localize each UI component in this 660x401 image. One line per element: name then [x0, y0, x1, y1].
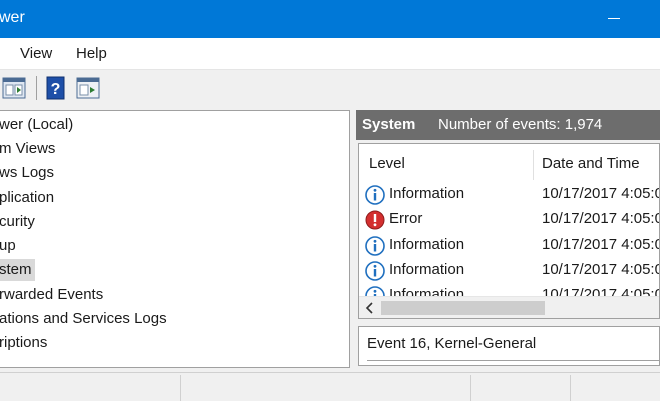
action-pane-icon	[76, 77, 100, 99]
menu-bar: View Help	[0, 38, 660, 70]
event-detail-caption: Event 16, Kernel-General	[367, 327, 659, 361]
menu-help[interactable]: Help	[76, 45, 107, 62]
event-count: Number of events: 1,974	[438, 116, 603, 133]
event-detail-pane: Event 16, Kernel-General	[358, 326, 660, 366]
event-level: Error	[389, 210, 423, 227]
tree-item-security[interactable]: curity	[0, 211, 38, 233]
event-date: 10/17/2017 4:05:0	[542, 210, 660, 227]
svg-text:?: ?	[51, 81, 61, 98]
tree-item-windows-logs[interactable]: ws Logs	[0, 162, 57, 184]
console-tree-icon	[2, 77, 26, 99]
console-tree: wer (Local) m Views ws Logs plication cu…	[0, 110, 350, 368]
event-row[interactable]: Information 10/17/2017 4:05:0	[359, 233, 660, 259]
column-header-date[interactable]: Date and Time	[542, 144, 640, 184]
event-date: 10/17/2017 4:05:0	[542, 261, 660, 278]
tree-item-root[interactable]: wer (Local)	[0, 114, 76, 136]
status-divider	[180, 375, 181, 401]
tree-item-system[interactable]: stem	[0, 259, 35, 281]
event-level: Information	[389, 261, 465, 278]
event-level: Information	[389, 185, 465, 202]
tree-item-custom-views[interactable]: m Views	[0, 138, 58, 160]
title-bar: wer	[0, 0, 660, 38]
scrollbar-thumb[interactable]	[381, 301, 545, 315]
toolbar-separator	[36, 76, 37, 100]
toolbar: ?	[0, 70, 660, 106]
help-button[interactable]: ?	[44, 75, 68, 101]
tree-item-forwarded-events[interactable]: rwarded Events	[0, 284, 106, 306]
show-hide-tree-button[interactable]	[2, 75, 26, 101]
error-icon	[365, 210, 385, 230]
event-row[interactable]: Error 10/17/2017 4:05:0	[359, 207, 660, 233]
window-title: wer	[0, 9, 25, 26]
column-header-level[interactable]: Level	[369, 144, 405, 184]
column-divider[interactable]	[533, 150, 534, 180]
minimize-button[interactable]	[598, 0, 632, 38]
tree-item-application[interactable]: plication	[0, 187, 57, 209]
status-bar	[0, 372, 660, 401]
event-date: 10/17/2017 4:05:0	[542, 185, 660, 202]
event-level: Information	[389, 236, 465, 253]
action-pane-button[interactable]	[76, 75, 100, 101]
help-icon: ?	[46, 76, 65, 100]
status-divider	[470, 375, 471, 401]
log-name: System	[362, 116, 416, 133]
tree-item-applications-services[interactable]: ations and Services Logs	[0, 308, 170, 330]
information-icon	[365, 185, 385, 205]
tree-item-subscriptions[interactable]: riptions	[0, 332, 50, 354]
event-row[interactable]: Information 10/17/2017 4:05:0	[359, 258, 660, 284]
event-date: 10/17/2017 4:05:0	[542, 236, 660, 253]
menu-view[interactable]: View	[20, 45, 52, 62]
information-icon	[365, 261, 385, 281]
log-header: System Number of events: 1,974	[356, 110, 660, 140]
tree-item-setup[interactable]: up	[0, 235, 19, 257]
event-row[interactable]: Information 10/17/2017 4:05:0	[359, 182, 660, 208]
status-divider	[570, 375, 571, 401]
events-list: Level Date and Time Information 10/17/20…	[358, 143, 660, 319]
information-icon	[365, 236, 385, 256]
horizontal-scrollbar[interactable]	[359, 296, 659, 318]
scroll-left-arrow-icon[interactable]	[363, 301, 377, 315]
